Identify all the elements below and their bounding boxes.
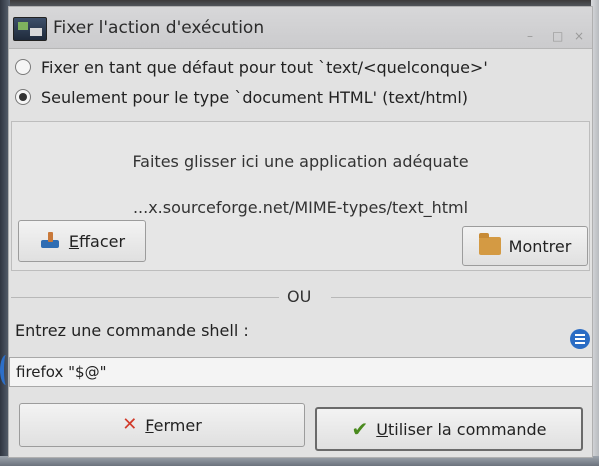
fermer-button[interactable]: ✕ Fermer bbox=[19, 403, 305, 447]
montrer-button[interactable]: Montrer bbox=[462, 226, 588, 266]
minimize-button[interactable]: – bbox=[527, 29, 533, 43]
application-drop-area[interactable]: Faites glisser ici une application adéqu… bbox=[11, 121, 590, 271]
effacer-button[interactable]: Effacer bbox=[18, 220, 146, 262]
utiliser-label: Utiliser la commande bbox=[376, 419, 547, 439]
radio-button[interactable] bbox=[15, 59, 31, 75]
radio-label: Seulement pour le type `document HTML' (… bbox=[41, 87, 469, 107]
radio-option-all-text[interactable]: Fixer en tant que défaut pour tout `text… bbox=[15, 53, 488, 81]
mime-editor-icon bbox=[13, 17, 47, 41]
separator-label: OU bbox=[287, 287, 312, 306]
separator-line-left bbox=[11, 297, 279, 298]
command-label: Entrez une commande shell : bbox=[15, 321, 249, 340]
fermer-label: Fermer bbox=[145, 415, 202, 435]
radio-option-html-only[interactable]: Seulement pour le type `document HTML' (… bbox=[15, 83, 468, 111]
drop-hint: Faites glisser ici une application adéqu… bbox=[132, 152, 469, 171]
utiliser-commande-button[interactable]: ✔ Utiliser la commande bbox=[315, 407, 583, 451]
info-icon[interactable] bbox=[570, 329, 590, 349]
radio-button-selected[interactable] bbox=[15, 89, 31, 105]
folder-icon bbox=[478, 233, 501, 255]
drop-url: ...x.sourceforge.net/MIME-types/text_htm… bbox=[132, 198, 469, 217]
shell-command-input[interactable] bbox=[9, 357, 592, 387]
cursor-artifact bbox=[0, 355, 12, 385]
clear-icon bbox=[39, 230, 61, 252]
radio-label: Fixer en tant que défaut pour tout `text… bbox=[41, 57, 488, 77]
montrer-label: Montrer bbox=[508, 236, 572, 256]
effacer-label: Effacer bbox=[68, 231, 126, 251]
dialog-window: Fixer l'action d'exécution – □ × Fixer e… bbox=[8, 6, 593, 458]
close-window-button[interactable]: × bbox=[574, 29, 584, 43]
window-title: Fixer l'action d'exécution bbox=[53, 18, 265, 38]
maximize-button[interactable]: □ bbox=[552, 29, 563, 43]
checkmark-icon: ✔ bbox=[351, 417, 369, 441]
separator-line-right bbox=[331, 297, 591, 298]
title-bar[interactable]: Fixer l'action d'exécution – □ × bbox=[9, 7, 592, 49]
x-icon: ✕ bbox=[122, 414, 138, 435]
